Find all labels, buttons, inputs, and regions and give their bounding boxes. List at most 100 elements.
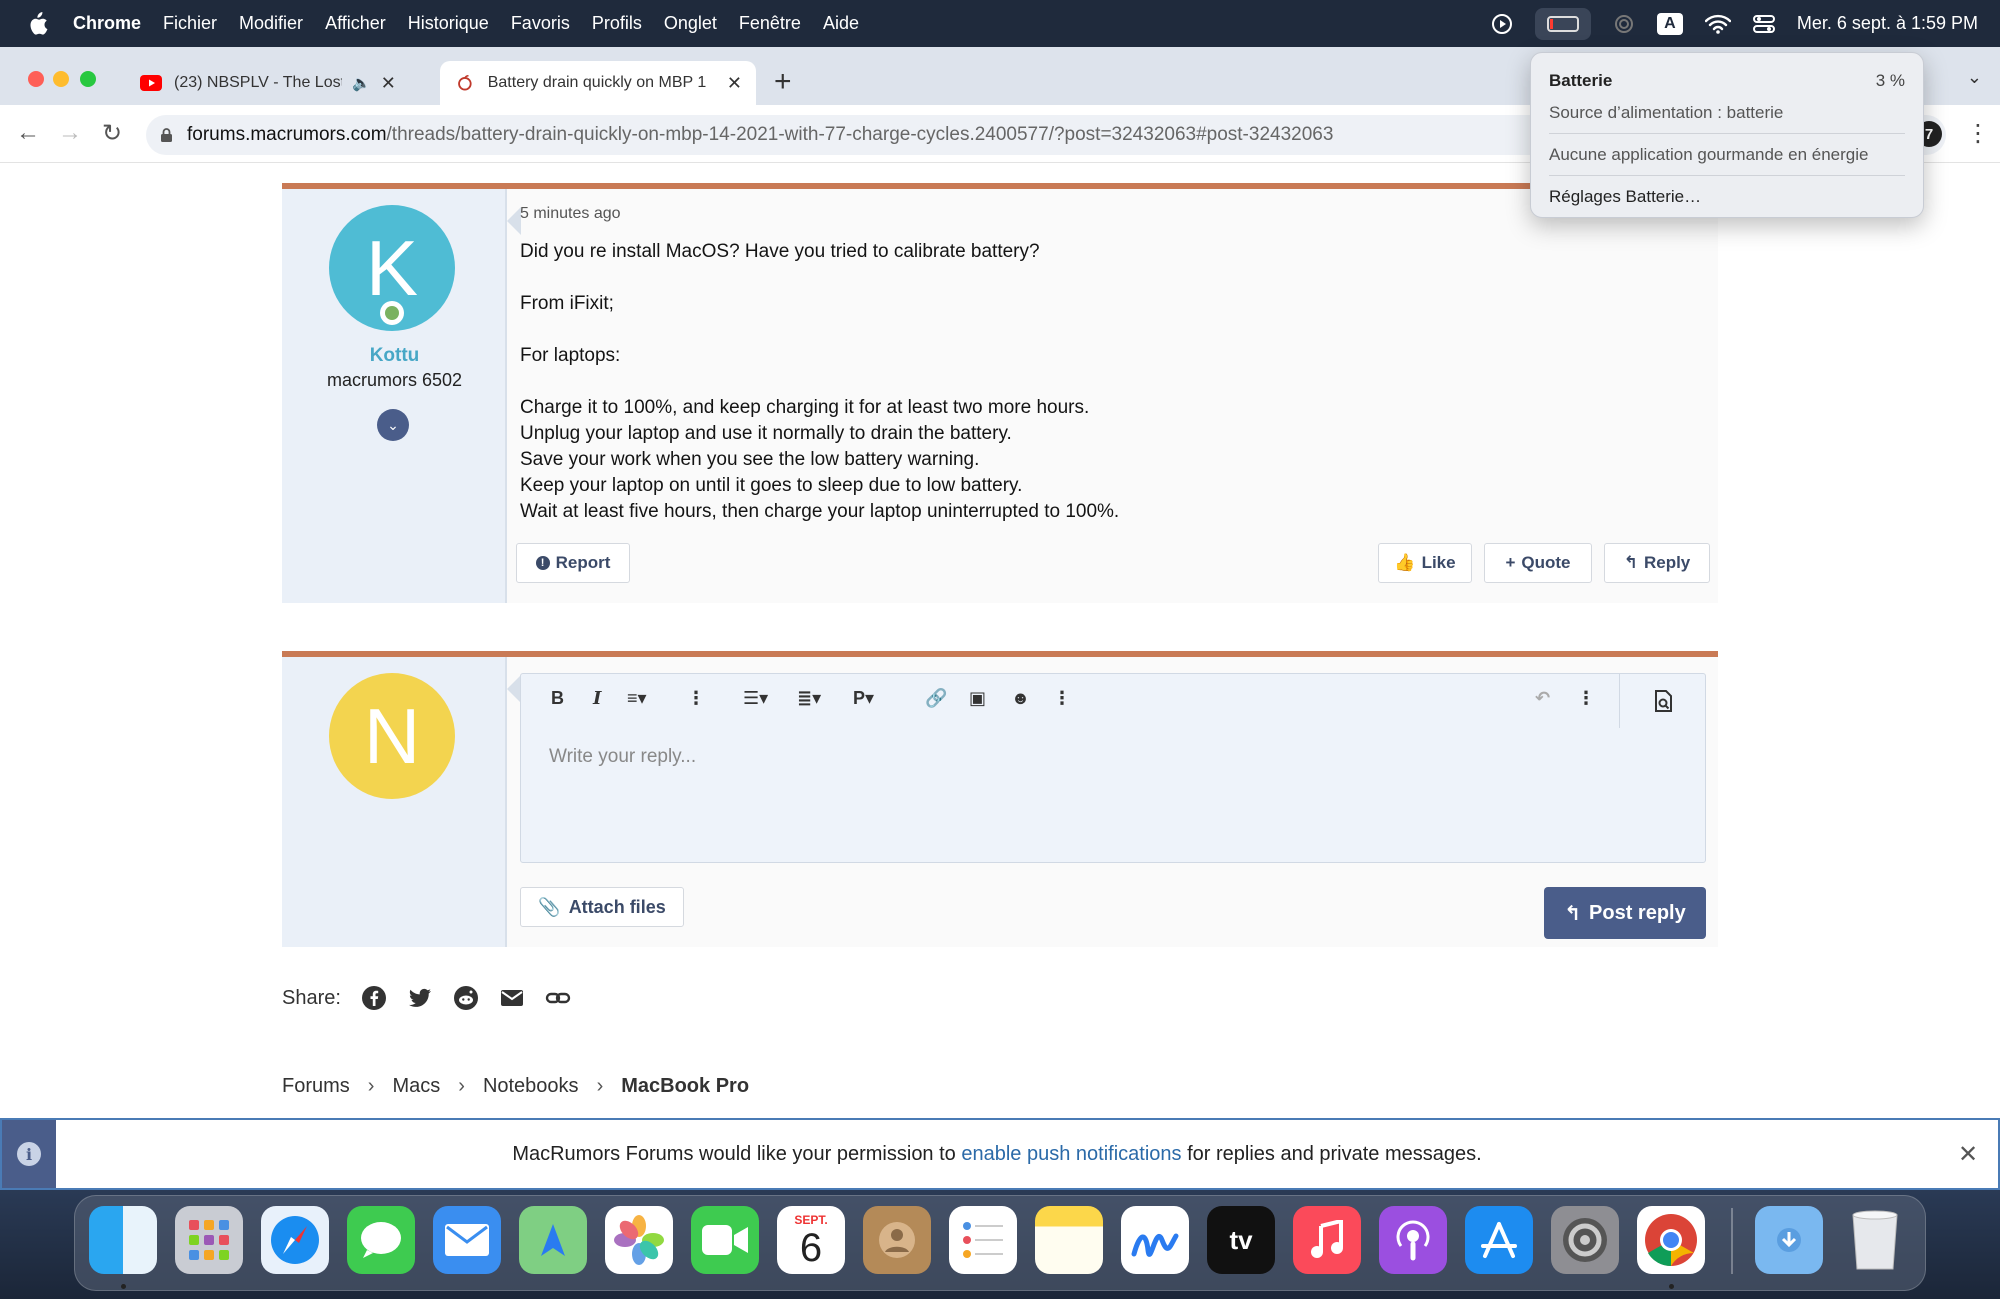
reply-user-sidebar: N bbox=[282, 657, 507, 947]
menu-aide[interactable]: Aide bbox=[823, 13, 859, 34]
input-source-icon[interactable]: A bbox=[1656, 12, 1683, 35]
close-icon[interactable]: ✕ bbox=[1938, 1140, 1998, 1169]
post-pointer bbox=[507, 207, 521, 235]
menu-fichier[interactable]: Fichier bbox=[163, 13, 217, 34]
post-paragraph: For laptops: bbox=[520, 345, 621, 366]
text-style-icon[interactable]: ≡▾ bbox=[627, 688, 647, 709]
menu-profils[interactable]: Profils bbox=[592, 13, 642, 34]
chrome-icon[interactable] bbox=[1637, 1206, 1705, 1274]
post-reply-button[interactable]: ↰ Post reply bbox=[1544, 887, 1706, 939]
notes-icon[interactable] bbox=[1035, 1206, 1103, 1274]
control-center-icon[interactable] bbox=[1752, 14, 1775, 34]
quote-label: Quote bbox=[1521, 553, 1571, 572]
finder-icon[interactable] bbox=[89, 1206, 157, 1274]
list-icon[interactable]: ☰▾ bbox=[743, 688, 768, 709]
reload-icon[interactable]: ↻ bbox=[102, 119, 122, 148]
reminders-icon[interactable] bbox=[949, 1206, 1017, 1274]
menu-clock[interactable]: Mer. 6 sept. à 1:59 PM bbox=[1797, 13, 1978, 34]
menu-favoris[interactable]: Favoris bbox=[511, 13, 570, 34]
enable-push-link[interactable]: enable push notifications bbox=[961, 1143, 1181, 1165]
forward-arrow-icon[interactable]: → bbox=[58, 119, 82, 147]
maps-icon[interactable] bbox=[519, 1206, 587, 1274]
close-tab-icon[interactable]: ✕ bbox=[381, 73, 396, 94]
apple-menu-icon[interactable] bbox=[26, 11, 48, 36]
reply-editor[interactable]: B I ≡▾ ⋮ ☰▾ ≣▾ P▾ 🔗 ▣ ☻ ⋮ ↶ ⋮ Write your… bbox=[520, 673, 1706, 863]
reply-button[interactable]: ↰ Reply bbox=[1604, 543, 1710, 583]
breadcrumb-notebooks[interactable]: Notebooks bbox=[483, 1075, 579, 1098]
tab-macrumors[interactable]: Battery drain quickly on MBP 1 ✕ bbox=[440, 61, 756, 105]
airdrop-icon[interactable] bbox=[1613, 13, 1635, 35]
menu-afficher[interactable]: Afficher bbox=[325, 13, 386, 34]
post-timestamp[interactable]: 5 minutes ago bbox=[520, 205, 621, 223]
menu-app-name[interactable]: Chrome bbox=[73, 13, 141, 34]
link-icon[interactable] bbox=[545, 985, 571, 1011]
more-options-icon[interactable]: ⋮ bbox=[1053, 688, 1071, 709]
menu-onglet[interactable]: Onglet bbox=[664, 13, 717, 34]
like-button[interactable]: 👍 Like bbox=[1378, 543, 1472, 583]
app-store-icon[interactable] bbox=[1465, 1206, 1533, 1274]
downloads-folder-icon[interactable] bbox=[1755, 1206, 1823, 1274]
chevron-down-icon[interactable]: ⌄ bbox=[377, 409, 409, 441]
music-icon[interactable] bbox=[1293, 1206, 1361, 1274]
battery-settings-item[interactable]: Réglages Batterie… bbox=[1549, 187, 1905, 207]
breadcrumb-macs[interactable]: Macs bbox=[392, 1075, 440, 1098]
reddit-icon[interactable] bbox=[453, 985, 479, 1011]
image-icon[interactable]: ▣ bbox=[969, 688, 986, 709]
menu-historique[interactable]: Historique bbox=[408, 13, 489, 34]
tab-search-chevron-icon[interactable]: ⌄ bbox=[1967, 67, 1982, 88]
avatar[interactable]: N bbox=[329, 673, 455, 799]
menu-modifier[interactable]: Modifier bbox=[239, 13, 303, 34]
podcasts-icon[interactable] bbox=[1379, 1206, 1447, 1274]
more-options-icon[interactable]: ⋮ bbox=[687, 688, 705, 709]
photos-icon[interactable] bbox=[605, 1206, 673, 1274]
info-icon: i bbox=[2, 1120, 56, 1188]
chrome-menu-icon[interactable]: ⋮ bbox=[1966, 119, 1990, 148]
contacts-icon[interactable] bbox=[863, 1206, 931, 1274]
menu-fenetre[interactable]: Fenêtre bbox=[739, 13, 801, 34]
messages-icon[interactable] bbox=[347, 1206, 415, 1274]
minimize-window-icon[interactable] bbox=[53, 71, 69, 87]
preview-icon[interactable] bbox=[1619, 674, 1707, 728]
close-tab-icon[interactable]: ✕ bbox=[727, 73, 742, 94]
link-icon[interactable]: 🔗 bbox=[925, 688, 947, 709]
back-arrow-icon[interactable]: ← bbox=[16, 119, 40, 147]
facetime-icon[interactable] bbox=[691, 1206, 759, 1274]
attach-files-label: Attach files bbox=[568, 896, 666, 917]
align-icon[interactable]: ≣▾ bbox=[797, 688, 821, 709]
launchpad-icon[interactable] bbox=[175, 1206, 243, 1274]
facebook-icon[interactable] bbox=[361, 985, 387, 1011]
username-link[interactable]: Kottu bbox=[282, 345, 507, 367]
breadcrumb-macbook-pro[interactable]: MacBook Pro bbox=[621, 1075, 749, 1098]
system-settings-icon[interactable] bbox=[1551, 1206, 1619, 1274]
reply-placeholder: Write your reply... bbox=[549, 746, 697, 767]
email-icon[interactable] bbox=[499, 985, 525, 1011]
wifi-icon[interactable] bbox=[1704, 14, 1731, 34]
report-button[interactable]: ! Report bbox=[516, 543, 630, 583]
now-playing-icon[interactable] bbox=[1491, 13, 1513, 35]
mail-icon[interactable] bbox=[433, 1206, 501, 1274]
attach-files-button[interactable]: 📎 Attach files bbox=[520, 887, 684, 927]
breadcrumb-forums[interactable]: Forums bbox=[282, 1075, 350, 1098]
paragraph-icon[interactable]: P▾ bbox=[853, 688, 874, 709]
new-tab-icon[interactable]: + bbox=[774, 65, 792, 99]
tab-youtube[interactable]: (23) NBSPLV - The Lost Sc 🔈 ✕ bbox=[126, 61, 436, 105]
twitter-icon[interactable] bbox=[407, 985, 433, 1011]
freeform-icon[interactable] bbox=[1121, 1206, 1189, 1274]
undo-icon[interactable]: ↶ bbox=[1535, 688, 1550, 709]
italic-icon[interactable]: I bbox=[593, 688, 601, 709]
quote-button[interactable]: + Quote bbox=[1484, 543, 1592, 583]
notice-text: for replies and private messages. bbox=[1181, 1142, 1482, 1165]
apple-tv-icon[interactable]: tv bbox=[1207, 1206, 1275, 1274]
calendar-icon[interactable]: SEPT. 6 bbox=[777, 1206, 845, 1274]
close-window-icon[interactable] bbox=[28, 71, 44, 87]
speaker-muted-icon[interactable]: 🔈 bbox=[352, 74, 371, 92]
trash-icon[interactable] bbox=[1841, 1206, 1909, 1274]
calendar-day: 6 bbox=[799, 1226, 823, 1270]
lock-icon[interactable] bbox=[160, 127, 173, 143]
safari-icon[interactable] bbox=[261, 1206, 329, 1274]
zoom-window-icon[interactable] bbox=[80, 71, 96, 87]
battery-menu-icon[interactable] bbox=[1534, 7, 1591, 40]
more-options-icon[interactable]: ⋮ bbox=[1577, 688, 1595, 709]
bold-icon[interactable]: B bbox=[551, 688, 564, 709]
emoji-icon[interactable]: ☻ bbox=[1011, 688, 1030, 709]
